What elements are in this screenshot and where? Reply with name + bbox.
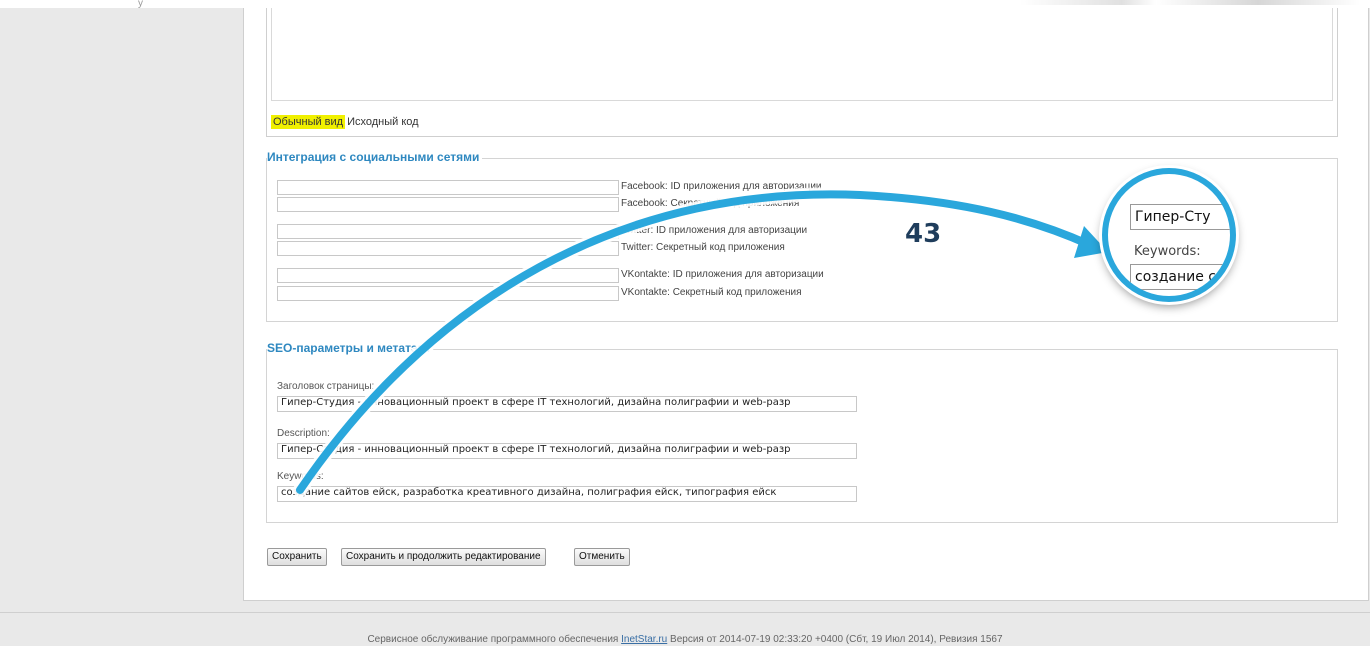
vk-id-input[interactable] <box>277 268 619 283</box>
vk-id-label: VKontakte: ID приложения для авторизации <box>621 269 824 280</box>
editor-tabs: Обычный вид Исходный код <box>271 115 421 129</box>
zoom-keywords-label: Keywords: <box>1134 244 1201 259</box>
seo-fieldset: SEO-параметры и метатэги Заголовок стран… <box>266 341 1338 523</box>
twitter-secret-label: Twitter: Секретный код приложения <box>621 242 785 253</box>
twitter-secret-input[interactable] <box>277 241 619 256</box>
footer: Сервисное обслуживание программного обес… <box>0 634 1370 645</box>
tab-visual[interactable]: Обычный вид <box>271 115 346 129</box>
footer-version: Версия от 2014-07-19 02:33:20 +0400 (Сбт… <box>670 634 1003 645</box>
social-legend: Интеграция с социальными сетями <box>267 150 483 164</box>
facebook-secret-input[interactable] <box>277 197 619 212</box>
save-continue-button[interactable]: Сохранить и продолжить редактирование <box>341 548 546 566</box>
seo-legend: SEO-параметры и метатэги <box>267 341 433 355</box>
top-smudge <box>1020 0 1360 5</box>
tab-source[interactable]: Исходный код <box>345 115 421 129</box>
top-strip: y <box>0 0 1370 9</box>
editor-box: Обычный вид Исходный код <box>266 8 1338 137</box>
facebook-secret-label: Facebook: Секретный код приложения <box>621 198 800 209</box>
description-label: Description: <box>277 428 330 439</box>
step-number: 43 <box>905 219 942 249</box>
cancel-button[interactable]: Отменить <box>574 548 630 566</box>
page-title-input[interactable]: Гипер-Студия - инновационный проект в сф… <box>277 396 857 412</box>
footer-prefix: Сервисное обслуживание программного обес… <box>367 634 619 645</box>
keywords-label: Keywords: <box>277 471 324 482</box>
facebook-id-input[interactable] <box>277 180 619 195</box>
content-card: Обычный вид Исходный код Интеграция с соц… <box>243 8 1369 601</box>
facebook-id-label: Facebook: ID приложения для авторизации <box>621 181 822 192</box>
page-title-label: Заголовок страницы: <box>277 381 375 392</box>
description-input[interactable]: Гипер-Студия - инновационный проект в сф… <box>277 443 857 459</box>
zoom-magnifier: Гипер-Сту Keywords: создание с <box>1102 168 1236 302</box>
keywords-input[interactable]: создание сайтов ейск, разработка креатив… <box>277 486 857 502</box>
footer-divider <box>0 612 1370 613</box>
vk-secret-label: VKontakte: Секретный код приложения <box>621 287 802 298</box>
vk-secret-input[interactable] <box>277 286 619 301</box>
save-button[interactable]: Сохранить <box>267 548 327 566</box>
zoom-title-input: Гипер-Сту <box>1130 204 1230 230</box>
footer-link[interactable]: InetStar.ru <box>621 634 667 645</box>
editor-textarea[interactable] <box>271 8 1333 101</box>
zoom-keywords-input: создание с <box>1130 264 1230 290</box>
twitter-id-input[interactable] <box>277 224 619 239</box>
top-mark: y <box>138 0 143 9</box>
twitter-id-label: Twitter: ID приложения для авторизации <box>621 225 808 236</box>
